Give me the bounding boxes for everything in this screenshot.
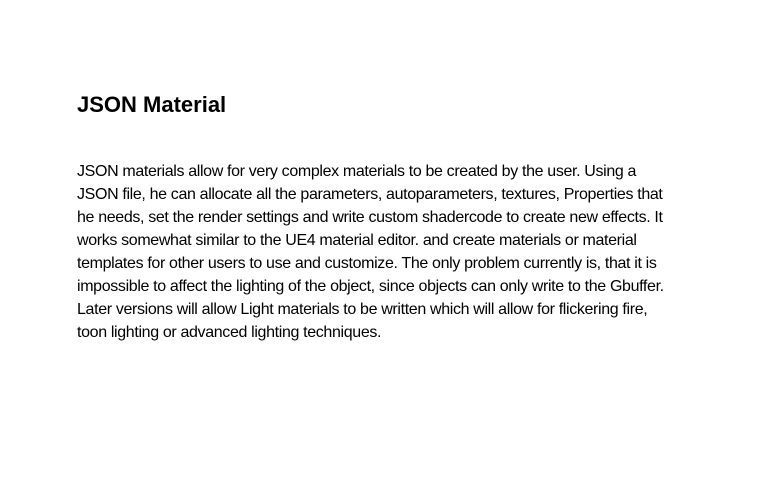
- paragraph-line: JSON file, he can allocate all the param…: [77, 186, 663, 203]
- paragraph-line: impossible to affect the lighting of the…: [77, 278, 664, 295]
- body-paragraph: JSON materials allow for very complex ma…: [77, 160, 664, 344]
- paragraph-line: works somewhat similar to the UE4 materi…: [77, 232, 637, 249]
- paragraph-line: toon lighting or advanced lighting techn…: [77, 324, 382, 341]
- paragraph-line: he needs, set the render settings and wr…: [77, 209, 663, 226]
- paragraph-line: templates for other users to use and cus…: [77, 255, 657, 272]
- paragraph-line: Later versions will allow Light material…: [77, 301, 648, 318]
- paragraph-line: JSON materials allow for very complex ma…: [77, 163, 637, 180]
- page-title: JSON Material: [77, 92, 227, 117]
